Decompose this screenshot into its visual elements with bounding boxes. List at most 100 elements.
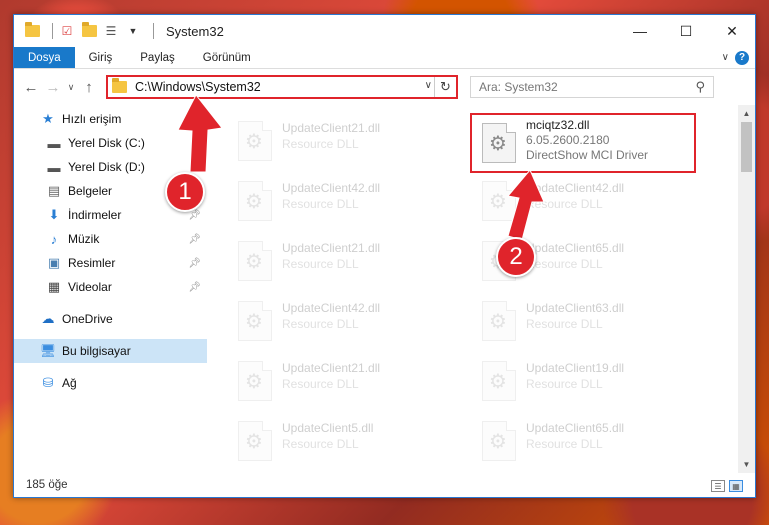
address-path[interactable]: C:\Windows\System32 (135, 80, 261, 94)
file-name: UpdateClient42.dll (282, 301, 381, 315)
file-desc: DirectShow MCI Driver (526, 148, 649, 162)
tab-view[interactable]: Görünüm (189, 47, 265, 68)
nav-label: Belgeler (68, 184, 113, 198)
tab-file[interactable]: Dosya (14, 47, 75, 68)
maximize-button[interactable]: ☐ (663, 15, 709, 47)
dll-file-icon: ⚙ (238, 301, 272, 341)
nav-item-music[interactable]: ♪ Müzik 📌︎ (14, 227, 207, 251)
dll-file-icon: ⚙ (238, 121, 272, 161)
nav-label: Bu bilgisayar (62, 344, 131, 358)
nav-item-pictures[interactable]: ▣ Resimler 📌︎ (14, 251, 207, 275)
dll-file-icon: ⚙ (482, 181, 516, 221)
list-item[interactable]: ⚙ UpdateClient42.dll Resource DLL (228, 295, 458, 349)
drive-icon: ▬ (47, 159, 61, 175)
list-item[interactable]: ⚙ UpdateClient19.dll Resource DLL (472, 355, 702, 409)
nav-label: İndirmeler (68, 208, 122, 222)
close-button[interactable]: ✕ (709, 15, 755, 47)
list-item[interactable]: ⚙ UpdateClient21.dll Resource DLL (228, 115, 458, 169)
main-area: ★ Hızlı erişim ▬ Yerel Disk (C:) ▬ Yerel… (14, 105, 755, 473)
nav-this-pc[interactable]: 🖥︎ Bu bilgisayar (14, 339, 207, 363)
file-desc: Resource DLL (282, 137, 359, 151)
file-desc: Resource DLL (282, 437, 359, 451)
file-name: UpdateClient65.dll (526, 241, 625, 255)
documents-icon: ▤ (47, 183, 61, 198)
list-item[interactable]: ⚙ UpdateClient21.dll Resource DLL (228, 355, 458, 409)
nav-item-drive-c[interactable]: ▬ Yerel Disk (C:) (14, 131, 207, 155)
details-view-icon[interactable]: ☰ (711, 480, 725, 492)
nav-label: OneDrive (62, 312, 113, 326)
address-dropdown-icon[interactable]: ∨ (425, 80, 432, 91)
highlighted-file[interactable]: ⚙ mciqtz32.dll 6.05.2600.2180 DirectShow… (470, 113, 696, 173)
star-icon: ★ (42, 111, 54, 126)
file-desc: Resource DLL (282, 257, 359, 271)
scroll-thumb[interactable] (741, 122, 752, 172)
tiles-view-icon[interactable]: ▦ (729, 480, 743, 492)
file-name: UpdateClient5.dll (282, 421, 374, 435)
nav-label: Resimler (68, 256, 116, 270)
recent-locations-icon[interactable]: ∨ (64, 82, 78, 93)
window-title: System32 (166, 23, 224, 39)
expand-ribbon-icon[interactable]: ∨ (722, 52, 729, 63)
file-desc: Resource DLL (282, 377, 359, 391)
dll-file-icon: ⚙ (238, 361, 272, 401)
item-count: 185 öğe (26, 479, 68, 491)
network-icon: ⛁ (42, 375, 54, 390)
tab-share[interactable]: Paylaş (126, 47, 189, 68)
step-badge-1: 1 (165, 172, 205, 212)
back-arrow-icon[interactable]: ← (20, 79, 42, 96)
scroll-down-icon[interactable]: ▼ (738, 456, 755, 473)
minimize-button[interactable]: — (617, 15, 663, 47)
list-item[interactable]: ⚙ UpdateClient21.dll Resource DLL (228, 235, 458, 289)
video-icon: ▦ (47, 279, 61, 294)
address-row: ← → ∨ ↑ C:\Windows\System32 ∨ ↻ Ara: Sys… (14, 69, 755, 105)
download-icon: ⬇ (48, 207, 60, 222)
pin-icon: 📌︎ (188, 233, 201, 245)
navigation-pane: ★ Hızlı erişim ▬ Yerel Disk (C:) ▬ Yerel… (14, 105, 208, 473)
file-desc: Resource DLL (526, 437, 603, 451)
folder-icon (24, 22, 40, 39)
file-name: UpdateClient63.dll (526, 301, 625, 315)
refresh-icon[interactable]: ↻ (434, 77, 456, 97)
ribbon-right: ∨ ? (722, 47, 755, 68)
nav-quick-access[interactable]: ★ Hızlı erişim (14, 107, 207, 131)
list-item[interactable]: ⚙ UpdateClient65.dll Resource DLL (472, 415, 702, 469)
list-item[interactable]: ⚙ UpdateClient42.dll Resource DLL (472, 175, 702, 229)
separator (52, 23, 53, 39)
nav-onedrive[interactable]: ☁ OneDrive (14, 307, 207, 331)
scroll-up-icon[interactable]: ▲ (738, 105, 755, 122)
status-bar: 185 öğe ☰ ▦ (14, 473, 755, 497)
search-input[interactable]: Ara: System32 ⚲ (470, 76, 714, 98)
help-icon[interactable]: ? (735, 50, 749, 65)
nav-label: Müzik (68, 232, 100, 246)
up-arrow-icon[interactable]: ↑ (78, 79, 100, 96)
file-desc: Resource DLL (282, 317, 359, 331)
file-name: UpdateClient42.dll (526, 181, 625, 195)
dll-file-icon: ⚙ (482, 301, 516, 341)
list-item[interactable]: ⚙ UpdateClient42.dll Resource DLL (228, 175, 458, 229)
address-bar[interactable]: C:\Windows\System32 ∨ ↻ (106, 75, 458, 99)
folder-icon (112, 78, 127, 93)
new-folder-icon[interactable] (81, 22, 97, 39)
pin-icon: 📌︎ (188, 281, 201, 293)
nav-item-videos[interactable]: ▦ Videolar 📌︎ (14, 275, 207, 299)
file-list: ⚙ UpdateClient21.dll Resource DLL ⚙ Updat… (208, 105, 755, 473)
file-desc: Resource DLL (282, 197, 359, 211)
customize-toolbar-icon[interactable]: ☰ (103, 23, 119, 39)
explorer-window: ☑ ☰ ▼ System32 — ☐ ✕ Dosya Giriş Paylaş … (13, 14, 756, 498)
file-desc: Resource DLL (526, 317, 603, 331)
cloud-icon: ☁ (41, 311, 55, 326)
nav-label: Ağ (62, 376, 77, 390)
nav-label: Yerel Disk (C:) (68, 136, 145, 150)
list-item[interactable]: ⚙ UpdateClient5.dll Resource DLL (228, 415, 458, 469)
forward-arrow-icon[interactable]: → (42, 79, 64, 96)
properties-icon[interactable]: ☑ (59, 23, 75, 39)
list-item[interactable]: ⚙ UpdateClient63.dll Resource DLL (472, 295, 702, 349)
search-icon: ⚲ (695, 79, 705, 94)
pictures-icon: ▣ (47, 255, 61, 270)
nav-network[interactable]: ⛁ Ağ (14, 371, 207, 395)
quick-access-dropdown-icon[interactable]: ▼ (125, 23, 141, 39)
file-name: UpdateClient65.dll (526, 421, 625, 435)
file-name: UpdateClient42.dll (282, 181, 381, 195)
vertical-scrollbar[interactable]: ▲ ▼ (738, 105, 755, 473)
tab-home[interactable]: Giriş (75, 47, 127, 68)
